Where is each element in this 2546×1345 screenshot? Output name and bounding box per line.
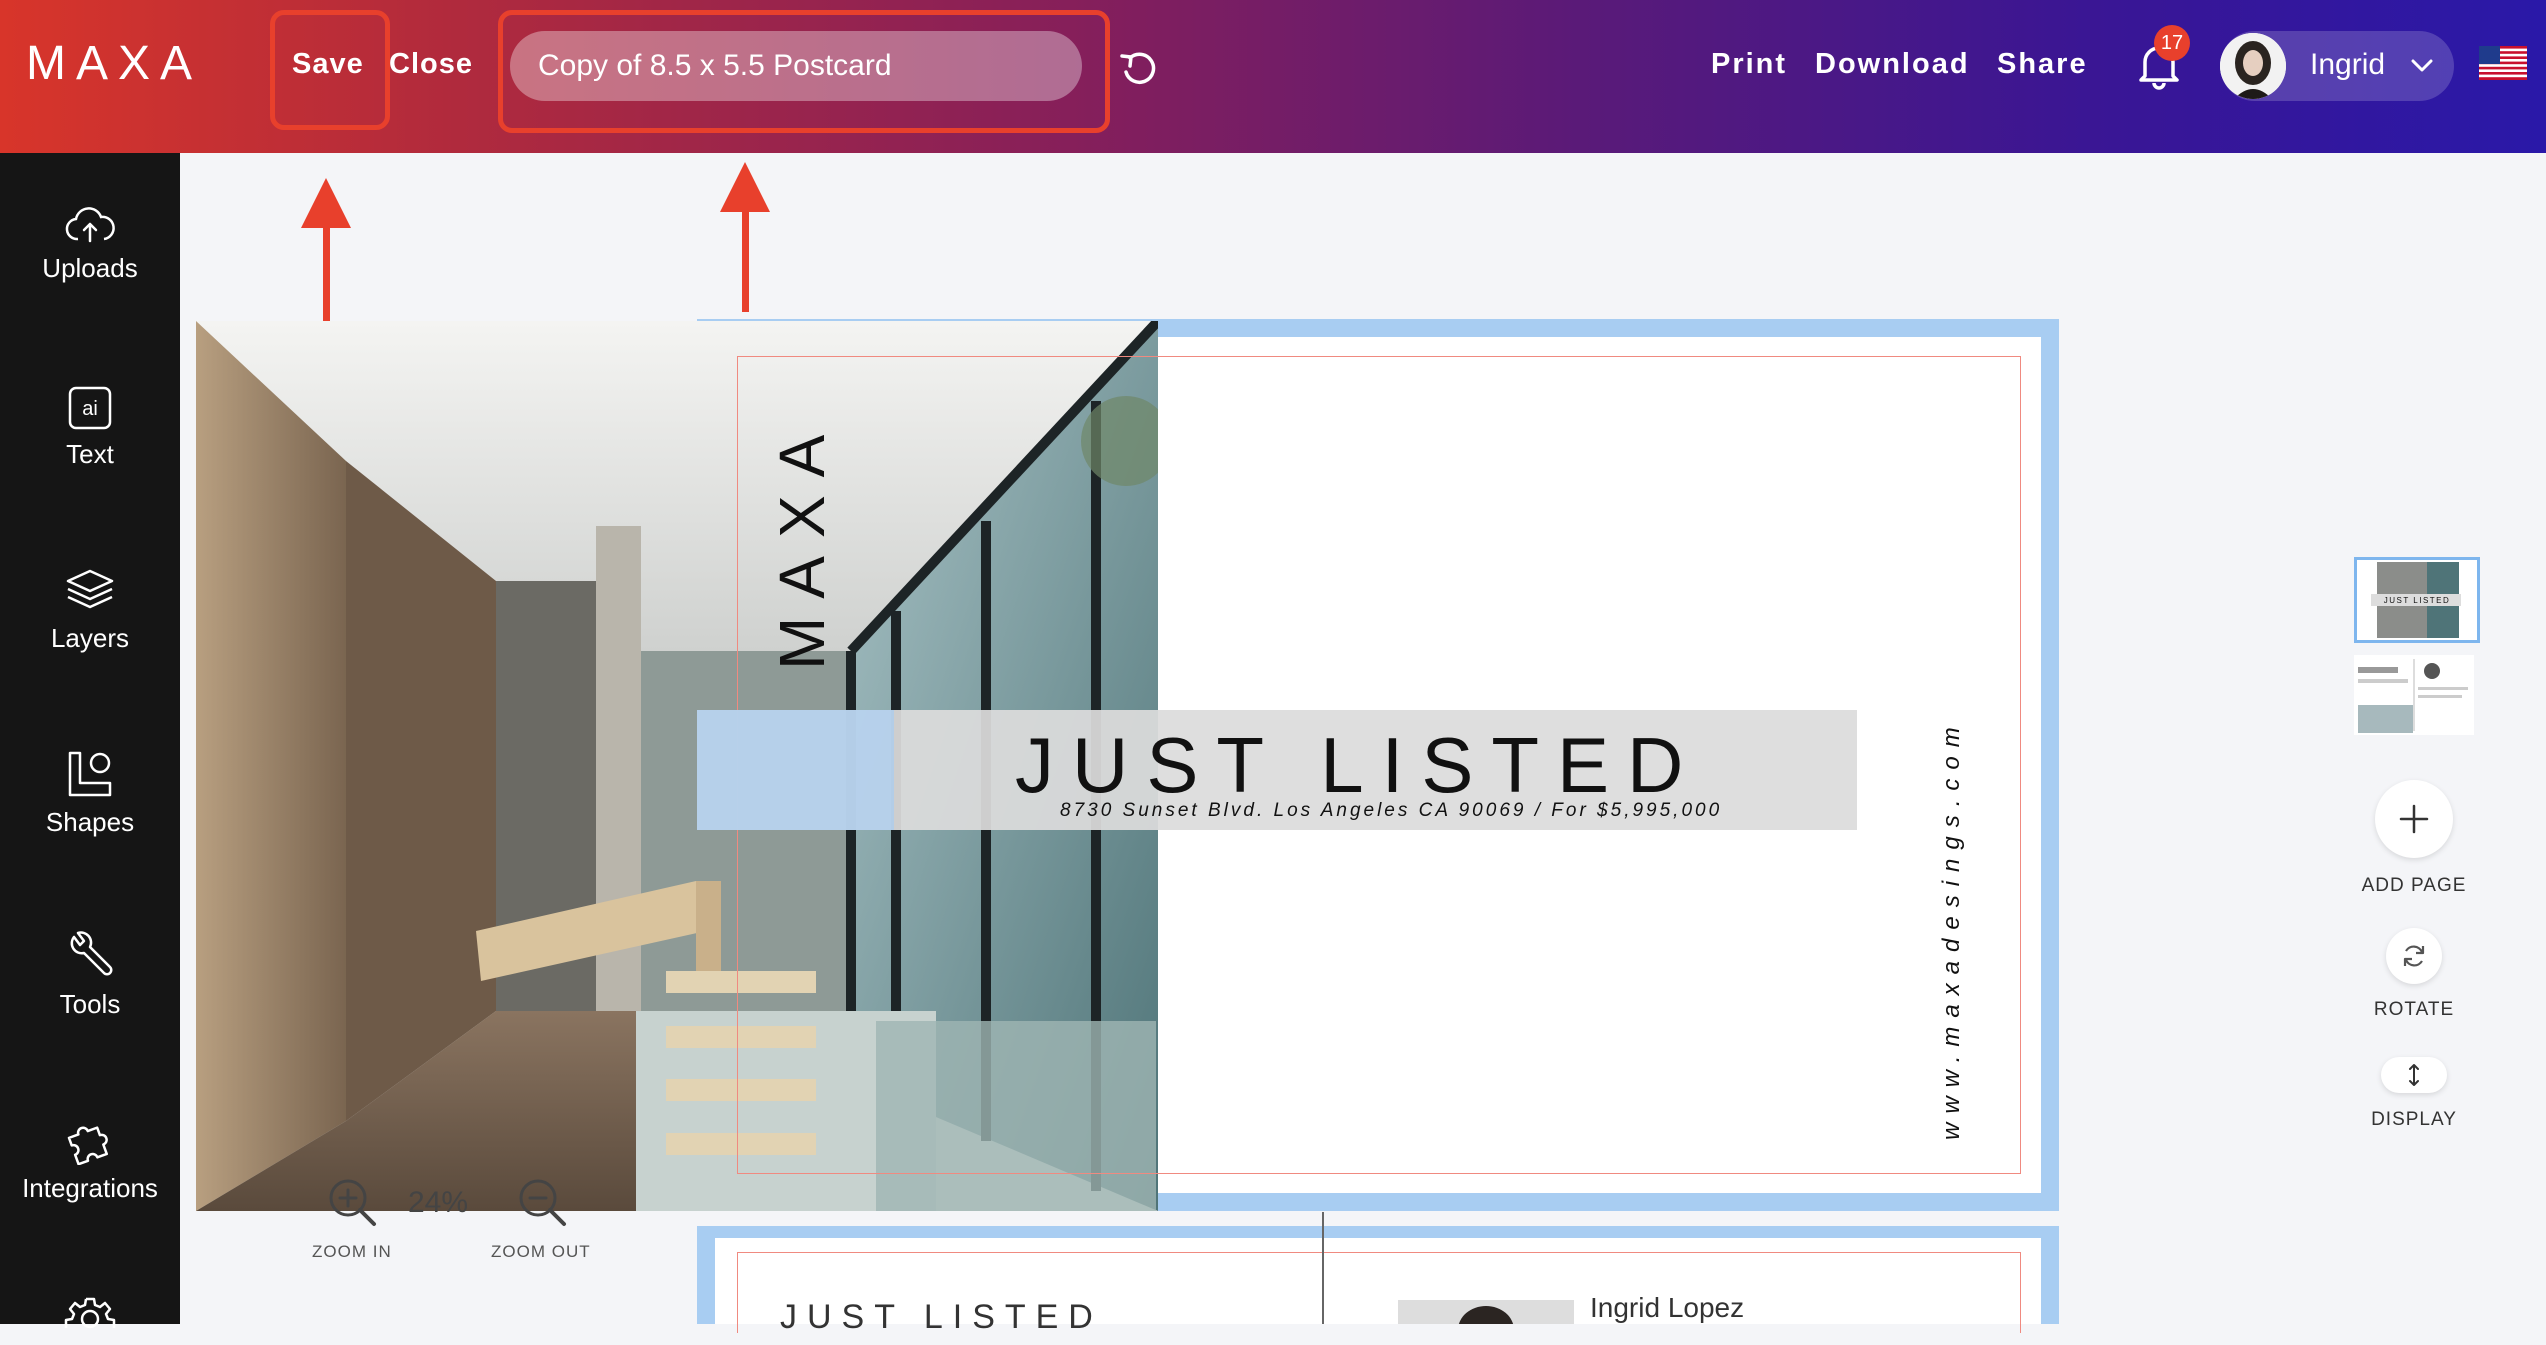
share-link[interactable]: Share — [1997, 48, 2088, 81]
add-page-button[interactable] — [2375, 780, 2453, 858]
sidebar-item-layers[interactable]: Layers — [0, 567, 180, 654]
agent-photo[interactable] — [1398, 1300, 1574, 1324]
brand-vertical-text[interactable]: MAXA — [765, 400, 838, 670]
svg-text:ai: ai — [82, 398, 98, 420]
save-highlight-box — [270, 10, 390, 130]
sidebar-label-text: Text — [66, 439, 114, 469]
left-sidebar: Uploads ai Text Layers Shapes Tools Inte… — [0, 153, 180, 1329]
ai-text-icon: ai — [68, 386, 112, 430]
page2-divider — [1322, 1212, 1324, 1324]
banner-selection-overlay — [697, 710, 894, 830]
maxa-logo[interactable]: MAXA — [26, 36, 202, 91]
sidebar-label-shapes: Shapes — [45, 807, 135, 837]
undo-icon[interactable] — [1118, 48, 1158, 88]
close-button[interactable]: Close — [389, 48, 473, 81]
sidebar-item-settings[interactable] — [0, 1293, 180, 1345]
sidebar-item-shapes[interactable]: Shapes — [0, 747, 180, 838]
user-menu[interactable]: Ingrid — [2220, 31, 2454, 101]
user-name: Ingrid — [2310, 48, 2386, 81]
display-button[interactable] — [2381, 1057, 2447, 1093]
wrench-icon — [70, 931, 113, 976]
display-label: DISPLAY — [2371, 1109, 2457, 1130]
zoom-level-value: 24% — [408, 1186, 469, 1219]
sidebar-label-integrations: Integrations — [22, 1173, 158, 1203]
plus-icon — [2399, 804, 2429, 834]
zoom-in-icon[interactable] — [326, 1176, 378, 1228]
zoom-in-label: ZOOM IN — [312, 1242, 392, 1261]
sidebar-item-integrations[interactable]: Integrations — [0, 1113, 180, 1204]
puzzle-icon — [67, 1126, 108, 1165]
agent-name-text[interactable]: Ingrid Lopez — [1590, 1292, 1744, 1324]
layers-icon — [66, 569, 114, 609]
page-thumbnail-2[interactable] — [2354, 655, 2474, 735]
cloud-upload-icon — [65, 207, 115, 243]
arrow-to-title — [720, 162, 770, 312]
arrow-to-save — [301, 178, 351, 328]
page2-headline-text[interactable]: JUST LISTED — [780, 1298, 1103, 1337]
rotate-label: ROTATE — [2373, 999, 2455, 1020]
chevron-down-icon[interactable] — [2410, 55, 2434, 75]
zoom-out-icon[interactable] — [516, 1176, 568, 1228]
vertical-arrows-icon — [2409, 1064, 2419, 1086]
sidebar-item-text[interactable]: ai Text — [0, 385, 180, 470]
sidebar-label-tools: Tools — [59, 989, 121, 1019]
title-highlight-box — [498, 10, 1110, 133]
zoom-out-label: ZOOM OUT — [491, 1242, 591, 1261]
notification-badge: 17 — [2154, 25, 2190, 61]
avatar — [2220, 33, 2286, 99]
gear-icon — [64, 1297, 116, 1329]
page-thumbnail-1[interactable]: JUST LISTED — [2354, 557, 2480, 643]
add-page-label: ADD PAGE — [2361, 875, 2467, 896]
print-link[interactable]: Print — [1711, 48, 1787, 81]
address-price-text[interactable]: 8730 Sunset Blvd. Los Angeles CA 90069 /… — [1060, 800, 1722, 822]
headline-text[interactable]: JUST LISTED — [1015, 720, 1815, 811]
rotate-button[interactable] — [2386, 928, 2442, 984]
website-vertical-text[interactable]: www.maxadesings.com — [1938, 718, 1978, 1140]
sidebar-item-uploads[interactable]: Uploads — [0, 205, 180, 284]
sidebar-label-uploads: Uploads — [42, 253, 138, 283]
shapes-icon — [68, 751, 112, 797]
download-link[interactable]: Download — [1815, 48, 1970, 81]
sidebar-item-tools[interactable]: Tools — [0, 929, 180, 1020]
rotate-icon — [2403, 945, 2425, 967]
thumbnail-headline: JUST LISTED — [2384, 596, 2451, 605]
us-flag-icon[interactable] — [2479, 46, 2527, 80]
sidebar-label-layers: Layers — [50, 623, 130, 653]
